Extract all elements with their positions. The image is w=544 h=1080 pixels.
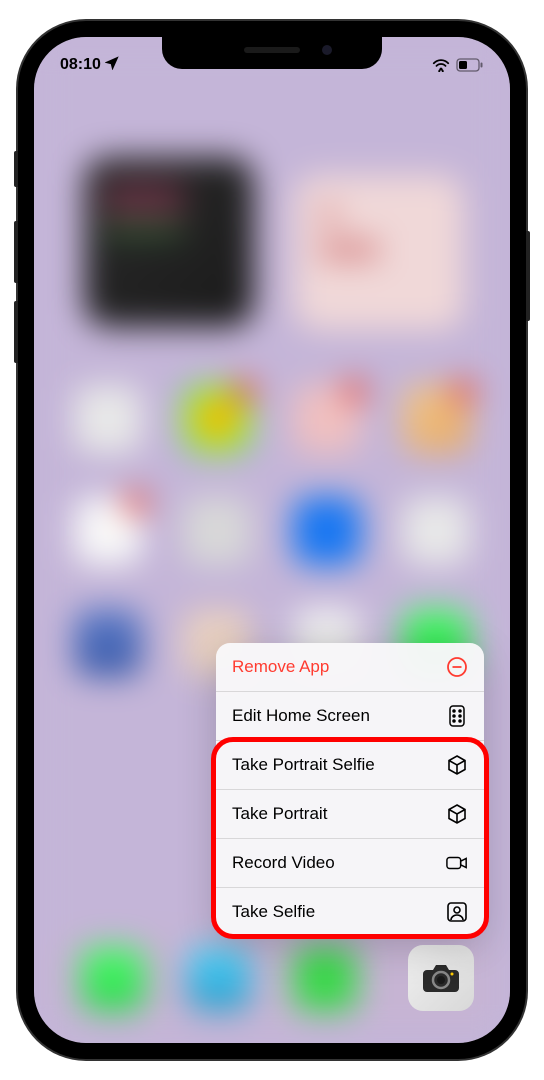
menu-item-label: Take Selfie [232,902,315,922]
menu-item-edit-homescreen[interactable]: Edit Home Screen [216,692,484,741]
location-icon [105,56,119,75]
menu-item-label: Take Portrait [232,804,327,824]
volume-down-button [14,301,18,363]
battery-icon [456,58,484,72]
app-row [74,385,470,453]
power-button [526,231,530,321]
iphone-frame: 08:10 [18,21,526,1059]
person-square-icon [446,901,468,923]
camera-icon [421,962,461,994]
blurred-app [402,497,470,565]
blurred-app [183,497,251,565]
menu-item-label: Record Video [232,853,335,873]
dock-app [187,947,251,1011]
context-menu: Remove App Edit Home Screen [216,643,484,936]
widget-dark [84,157,254,327]
blurred-app [293,497,361,565]
apps-grid-icon [446,705,468,727]
screen: 08:10 [34,37,510,1043]
blurred-app [74,385,142,453]
video-camera-icon [446,852,468,874]
blurred-app [402,385,470,453]
notch [162,37,382,69]
dock-app [293,947,357,1011]
camera-app-icon[interactable] [408,945,474,1011]
menu-item-label: Take Portrait Selfie [232,755,375,775]
remove-circle-icon [446,656,468,678]
dock-app [81,947,145,1011]
blurred-app [293,385,361,453]
blurred-app [74,497,142,565]
volume-up-button [14,221,18,283]
blurred-app [74,609,142,677]
menu-item-take-portrait[interactable]: Take Portrait [216,790,484,839]
menu-item-label: Edit Home Screen [232,706,370,726]
menu-item-record-video[interactable]: Record Video [216,839,484,888]
mute-switch [14,151,18,187]
cube-icon [446,803,468,825]
wifi-icon [432,58,450,72]
menu-item-remove-app[interactable]: Remove App [216,643,484,692]
cube-icon [446,754,468,776]
widget-light [294,175,464,330]
app-row [74,497,470,565]
menu-item-label: Remove App [232,657,329,677]
menu-item-take-selfie[interactable]: Take Selfie [216,888,484,936]
blurred-app [183,385,251,453]
status-time: 08:10 [60,56,101,74]
menu-item-take-portrait-selfie[interactable]: Take Portrait Selfie [216,741,484,790]
status-right [432,53,484,77]
status-left: 08:10 [60,53,119,77]
